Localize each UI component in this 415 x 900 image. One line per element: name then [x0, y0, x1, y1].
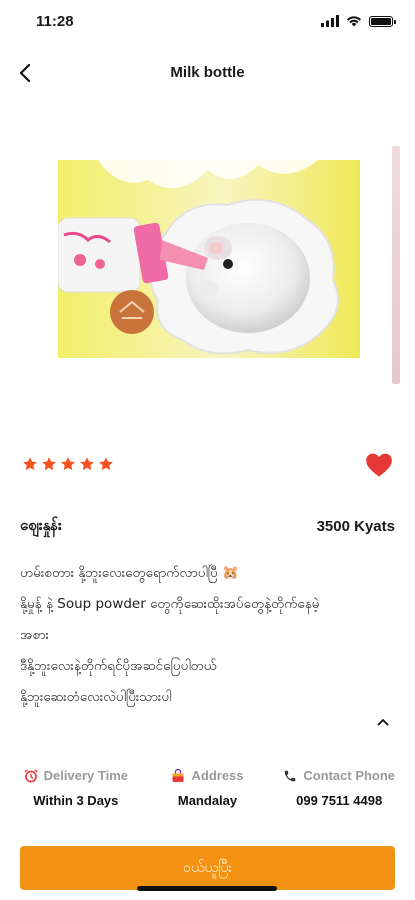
status-icons — [321, 15, 396, 27]
buy-button[interactable]: ဝယ်ယူပြီး — [20, 846, 395, 890]
phone-icon — [285, 770, 296, 781]
contact-phone-info[interactable]: Contact Phone 099 7511 4498 — [273, 768, 405, 818]
delivery-time-info: Delivery Time Within 3 Days — [10, 768, 142, 818]
product-image-carousel[interactable] — [0, 102, 415, 432]
contact-phone-label: Contact Phone — [303, 768, 396, 783]
favorite-heart-button[interactable] — [365, 452, 393, 478]
product-description: ဟမ်းစတား နို့ဘူးလေးတွေရောက်လာပါပြီ 🐹 နို… — [20, 558, 395, 713]
status-bar: 11:28 — [0, 0, 415, 44]
wifi-icon — [347, 16, 361, 27]
rating-row — [22, 452, 393, 482]
next-image-peek[interactable] — [392, 146, 400, 384]
price-label: ဈေးနှုန်း — [20, 516, 62, 534]
star-icon — [80, 457, 94, 471]
home-indicator — [137, 886, 277, 891]
delivery-info-row: Delivery Time Within 3 Days Address Mand… — [10, 768, 405, 818]
page-title: Milk bottle — [170, 64, 245, 81]
description-line: အစား — [20, 627, 49, 643]
price-value: 3500 Kyats — [316, 518, 395, 535]
product-image — [58, 160, 360, 358]
address-value: Mandalay — [177, 793, 238, 808]
star-rating — [22, 456, 114, 472]
description-line: နို့မှုန့် နဲ့ Soup powder တွေကိုဆေးထိုး… — [20, 596, 320, 612]
delivery-time-label: Delivery Time — [43, 768, 128, 783]
address-info: Address Mandalay — [142, 768, 274, 818]
description-line: ဒီနို့ဘူးလေးနဲ့တိုက်ရင်ပိုအဆင်ပြေပါတယ် — [20, 658, 217, 674]
star-icon — [23, 457, 37, 471]
collapse-description-button[interactable] — [373, 712, 393, 732]
description-line: ဟမ်းစတား နို့ဘူးလေးတွေရောက်လာပါပြီ 🐹 — [20, 565, 239, 581]
address-label: Address — [191, 768, 244, 783]
battery-icon — [369, 15, 396, 27]
shopping-bag-icon — [172, 768, 184, 782]
description-line: နို့ဘူးဆေးတံလေးလဲပါပြီးသားပါ — [20, 689, 172, 705]
nav-bar: Milk bottle — [0, 44, 415, 102]
contact-phone-value[interactable]: 099 7511 4498 — [273, 793, 405, 808]
status-time: 11:28 — [36, 13, 74, 30]
star-icon — [61, 457, 75, 471]
star-icon — [99, 457, 113, 471]
chevron-up-icon — [377, 719, 389, 726]
star-icon — [42, 457, 56, 471]
alarm-clock-icon — [24, 768, 38, 782]
price-row: ဈေးနှုန်း 3500 Kyats — [20, 516, 395, 540]
signal-icon — [321, 15, 339, 27]
delivery-time-value: Within 3 Days — [33, 793, 119, 808]
